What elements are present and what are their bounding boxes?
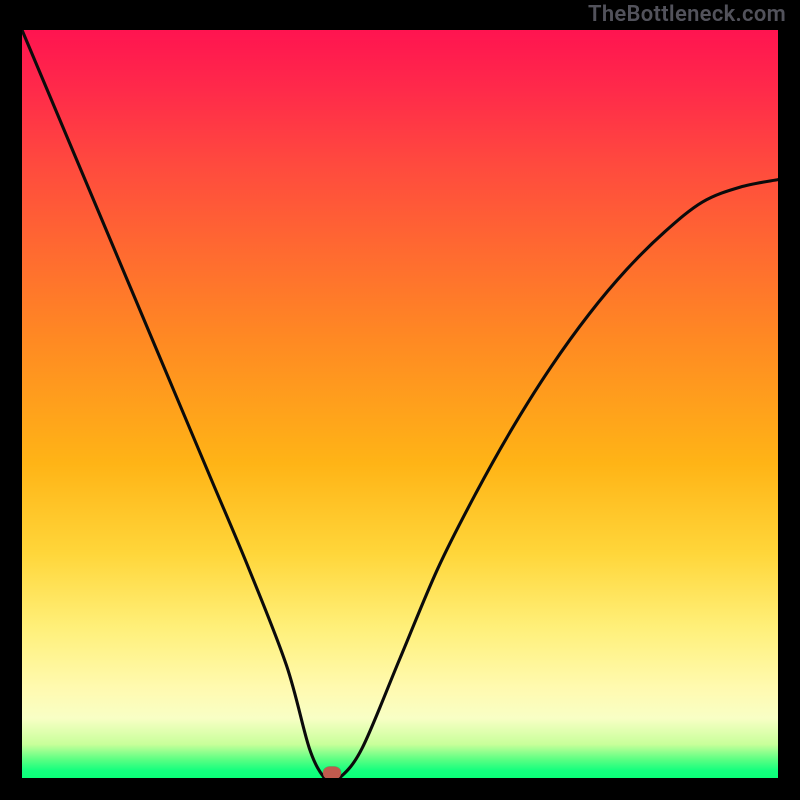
bottleneck-curve [22, 30, 778, 778]
optimal-point-marker [323, 767, 341, 779]
chart-frame: TheBottleneck.com [0, 0, 800, 800]
watermark-label: TheBottleneck.com [588, 2, 786, 27]
plot-area [22, 30, 778, 778]
curve-path [22, 30, 778, 778]
